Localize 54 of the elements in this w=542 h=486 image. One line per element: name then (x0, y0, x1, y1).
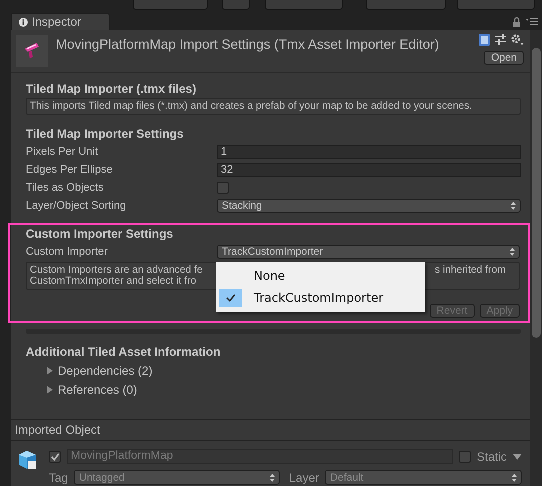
toolbar-button[interactable] (222, 0, 250, 10)
tile-map-icon (24, 42, 40, 60)
section-heading: Tiled Map Importer (.tmx files) (26, 81, 198, 98)
foldout[interactable]: Dependencies (2) (26, 361, 521, 380)
input-field[interactable]: 1 (217, 145, 521, 159)
help-text: s inherited from (435, 265, 506, 276)
help-text: CustomTmxImporter and select it fro (30, 276, 198, 287)
field-label: Edges Per Ellipse (26, 164, 114, 176)
name-field[interactable]: MovingPlatformMap (67, 449, 453, 464)
dropdown[interactable]: Stacking (217, 199, 521, 213)
section-heading: Tiled Map Importer Settings (26, 126, 185, 143)
section-heading: Custom Importer Settings (26, 226, 174, 243)
checkbox[interactable] (217, 182, 229, 194)
tab[interactable]: Inspector (11, 13, 110, 30)
up-down-arrow-icon (512, 474, 517, 482)
input-field[interactable]: 32 (217, 163, 521, 177)
scrollbar[interactable] (530, 30, 542, 486)
up-down-arrow-icon (510, 248, 515, 256)
layer-label: Layer (289, 470, 320, 484)
toolbar-button[interactable] (457, 0, 535, 10)
up-down-arrow-icon (511, 202, 516, 210)
field-label: Layer/Object Sorting (26, 200, 128, 212)
toolbar-button[interactable] (265, 0, 343, 10)
help-book-icon[interactable] (479, 34, 490, 46)
caret-icon[interactable] (513, 454, 522, 460)
dropdown[interactable]: TrackCustomImporter (217, 245, 520, 259)
checkbox[interactable] (458, 450, 471, 462)
up-down-arrow-icon (270, 474, 276, 482)
tag-label: Tag (49, 470, 68, 484)
field-label: Custom Importer (26, 246, 109, 258)
toolbar-button[interactable] (366, 0, 446, 10)
field-label: Pixels Per Unit (26, 146, 100, 158)
cube-icon (17, 449, 39, 471)
triangle-icon (46, 386, 54, 394)
checkmark-icon (226, 294, 236, 302)
info-icon (19, 18, 28, 26)
imported-object-header: Imported Object (11, 419, 530, 441)
field-label: Tiles as Objects (26, 182, 105, 194)
settings-icon[interactable] (511, 34, 524, 46)
help-text: This imports Tiled map files (*.tmx) and creates a prefab of your map to be added to your scenes. (26, 98, 521, 115)
triangle-icon (46, 366, 54, 374)
inspector-title: MovingPlatformMap Import Settings (Tmx Asset Importer Editor) (56, 37, 440, 54)
static-label: Static (476, 450, 507, 464)
lock-icon[interactable] (513, 16, 521, 26)
help-text: Custom Importers are an advanced fe (30, 265, 203, 276)
open-button[interactable]: Open (484, 51, 524, 65)
sliders-icon[interactable] (495, 34, 506, 46)
toolbar-button[interactable] (133, 0, 208, 10)
menu-item[interactable]: TrackCustomImporter (216, 287, 425, 309)
menu-item[interactable]: None (216, 265, 425, 287)
menu-icon[interactable] (526, 18, 538, 26)
section-heading: Additional Tiled Asset Information (26, 344, 222, 361)
checkbox[interactable] (49, 450, 61, 462)
foldout[interactable]: References (0) (26, 380, 521, 399)
